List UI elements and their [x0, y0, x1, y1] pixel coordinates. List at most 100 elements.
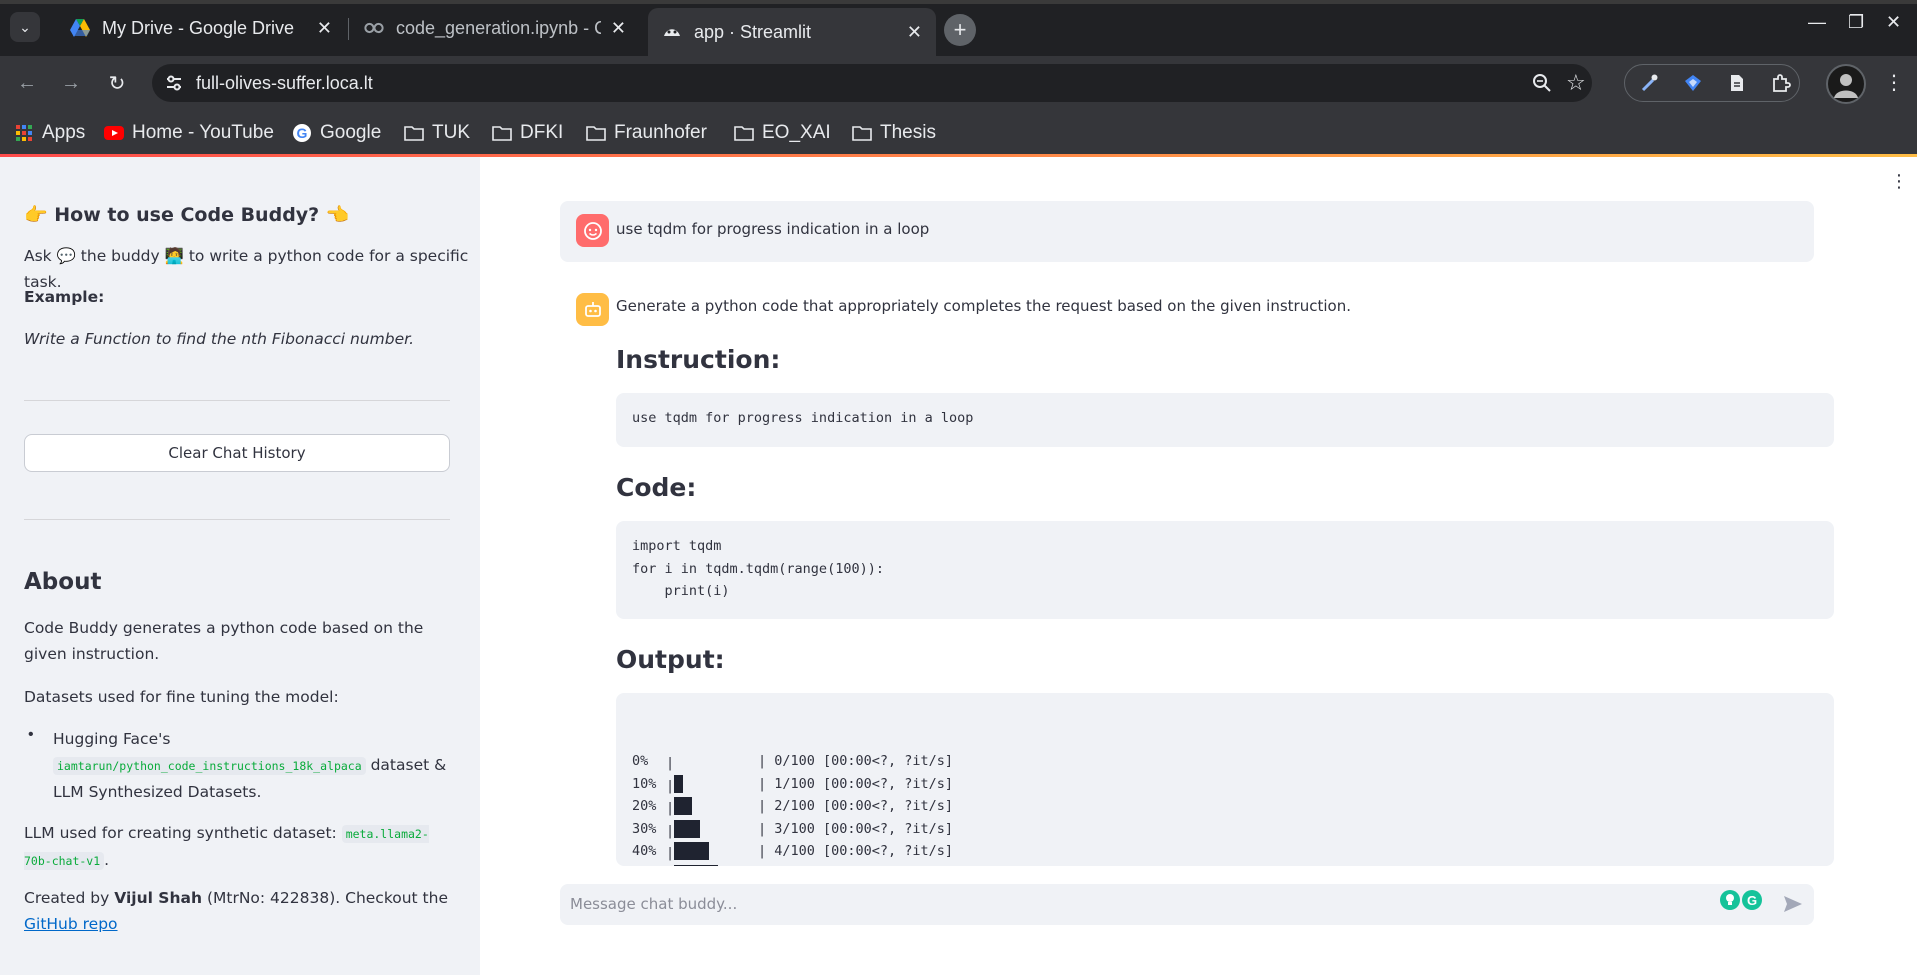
- grammarly-icon[interactable]: G: [1742, 890, 1762, 910]
- instruction-code-text: use tqdm for progress indication in a lo…: [632, 410, 974, 426]
- send-icon[interactable]: [1782, 893, 1804, 915]
- progress-output: 0% | | 0/100 [00:00<?, ?it/s] 10% | | 1/100 […: [632, 750, 1818, 866]
- dataset-prefix: Hugging Face's: [53, 730, 171, 748]
- sidebar: 👉 How to use Code Buddy? 👈 Ask 💬 the bud…: [0, 157, 480, 975]
- bullet: •: [28, 726, 34, 743]
- forward-button[interactable]: →: [58, 70, 84, 96]
- plus-icon: +: [953, 17, 967, 42]
- example-label: Example:: [24, 288, 105, 306]
- browser-toolbar: ← → ↻ full-olives-suffer.loca.lt ☆ ⋮: [0, 56, 1917, 110]
- code-line: for i in tqdm.tqdm(range(100)):: [632, 560, 884, 577]
- progress-bar: |: [666, 755, 675, 772]
- reload-button[interactable]: ↻: [104, 70, 130, 96]
- bookmark-folder-fraunhofer[interactable]: Fraunhofer: [586, 118, 707, 148]
- progress-status: | 3/100 [00:00<?, ?it/s]: [758, 820, 954, 837]
- bookmark-youtube[interactable]: Home - YouTube: [104, 118, 274, 148]
- progress-status: | 2/100 [00:00<?, ?it/s]: [758, 798, 954, 814]
- clear-chat-history-button[interactable]: Clear Chat History: [24, 434, 450, 472]
- tab-colab[interactable]: code_generation.ipynb - Colab ✕: [350, 8, 640, 48]
- star-icon[interactable]: ☆: [1566, 70, 1586, 96]
- folder-icon: [734, 123, 754, 143]
- close-icon[interactable]: ✕: [611, 18, 626, 39]
- window-close-icon[interactable]: ✕: [1886, 12, 1901, 33]
- progress-line: 0% | | 0/100 [00:00<?, ?it/s]: [632, 750, 1818, 773]
- bookmark-folder-eo-xai[interactable]: EO_XAI: [734, 118, 831, 148]
- tab-label: code_generation.ipynb - Colab: [396, 17, 601, 38]
- tab-separator: [348, 18, 349, 40]
- url-text[interactable]: full-olives-suffer.loca.lt: [196, 73, 373, 94]
- code-block: import tqdm for i in tqdm.tqdm(range(100)…: [616, 521, 1834, 619]
- progress-percent: 50%: [632, 863, 666, 867]
- restore-icon[interactable]: ❐: [1848, 12, 1864, 33]
- progress-bar: |: [666, 774, 758, 794]
- progress-line: 10% | | 1/100 [00:00<?, ?it/s]: [632, 773, 1818, 796]
- bookmark-folder-dfki[interactable]: DFKI: [492, 118, 563, 148]
- code-line: print(i): [632, 583, 730, 599]
- close-icon[interactable]: ✕: [907, 22, 922, 43]
- chevron-down-icon: ⌄: [19, 18, 31, 35]
- browser-tab-bar: ⌄ My Drive - Google Drive ✕ code_generat…: [0, 0, 1917, 56]
- arrow-left-icon: ←: [17, 71, 37, 94]
- address-bar[interactable]: full-olives-suffer.loca.lt ☆: [152, 64, 1592, 102]
- dataset-list-item: Hugging Face's iamtarun/python_code_inst…: [53, 726, 453, 805]
- github-repo-link[interactable]: GitHub repo: [24, 915, 118, 933]
- progress-percent: 0%: [632, 753, 649, 769]
- puzzle-icon[interactable]: [1771, 73, 1791, 93]
- extensions-group: [1624, 64, 1800, 102]
- more-vert-icon[interactable]: ⋮: [1884, 70, 1904, 95]
- progress-percent: 20%: [632, 798, 657, 814]
- progress-line: 50%|| 5/100 [00:00<?, ?it/s]: [632, 863, 1818, 867]
- tab-google-drive[interactable]: My Drive - Google Drive ✕: [56, 8, 346, 48]
- llm-label: LLM used for creating synthetic dataset:: [24, 824, 337, 842]
- progress-percent: 10%: [632, 775, 657, 792]
- svg-text:G: G: [297, 125, 308, 141]
- dataset-suffix: dataset &: [370, 756, 447, 774]
- eyedropper-icon[interactable]: [1639, 73, 1659, 93]
- code-line: import tqdm: [632, 538, 722, 554]
- progress-percent: 40%: [632, 843, 657, 859]
- folder-icon: [852, 123, 872, 143]
- site-info-icon[interactable]: [164, 73, 184, 93]
- close-icon[interactable]: ✕: [317, 18, 332, 39]
- progress-bar: |: [666, 864, 758, 866]
- sidebar-heading: 👉 How to use Code Buddy? 👈: [24, 204, 350, 226]
- bookmark-label: Fraunhofer: [614, 122, 707, 143]
- assistant-intro-text: Generate a python code that appropriatel…: [616, 297, 1351, 315]
- profile-avatar[interactable]: [1826, 64, 1866, 104]
- about-text: Code Buddy generates a python code based…: [24, 619, 424, 663]
- minimize-icon[interactable]: —: [1808, 12, 1826, 33]
- progress-status: | 0/100 [00:00<?, ?it/s]: [758, 753, 954, 769]
- tab-streamlit[interactable]: app · Streamlit ✕: [648, 8, 936, 56]
- bookmarks-bar: Apps Home - YouTube G Google TUK DFKI Fr…: [0, 110, 1917, 156]
- extension-shield-icon[interactable]: [1683, 73, 1703, 93]
- bookmark-apps[interactable]: Apps: [14, 118, 85, 148]
- document-icon[interactable]: [1727, 73, 1747, 93]
- progress-percent: 30%: [632, 820, 657, 837]
- google-drive-icon: [70, 18, 90, 38]
- bookmark-google[interactable]: G Google: [292, 118, 381, 148]
- apps-grid-icon: [14, 123, 34, 143]
- arrow-right-icon: →: [61, 71, 81, 94]
- progress-bar: |: [666, 841, 758, 861]
- folder-icon: [404, 123, 424, 143]
- colab-icon: [364, 18, 384, 38]
- back-button[interactable]: ←: [14, 70, 40, 96]
- zoom-icon[interactable]: [1532, 73, 1552, 98]
- folder-icon: [586, 123, 606, 143]
- google-icon: G: [292, 123, 312, 143]
- dataset-line2: LLM Synthesized Datasets.: [53, 783, 262, 801]
- youtube-icon: [104, 123, 124, 143]
- grammarly-bulb-icon[interactable]: [1720, 890, 1740, 910]
- user-message-text: use tqdm for progress indication in a lo…: [616, 220, 930, 238]
- bookmark-folder-tuk[interactable]: TUK: [404, 118, 470, 148]
- output-block: 0% | | 0/100 [00:00<?, ?it/s] 10% | | 1/100 […: [616, 693, 1834, 866]
- svg-text:G: G: [1747, 893, 1757, 908]
- progress-line: 20% | | 2/100 [00:00<?, ?it/s]: [632, 795, 1818, 818]
- chat-message-input[interactable]: [570, 892, 1710, 916]
- more-vert-icon[interactable]: ⋮: [1890, 171, 1908, 192]
- bookmark-folder-thesis[interactable]: Thesis: [852, 118, 936, 148]
- new-tab-button[interactable]: +: [944, 14, 976, 46]
- streamlit-icon: [662, 22, 682, 42]
- tab-label: My Drive - Google Drive: [102, 17, 295, 38]
- tab-search-dropdown[interactable]: ⌄: [10, 12, 40, 42]
